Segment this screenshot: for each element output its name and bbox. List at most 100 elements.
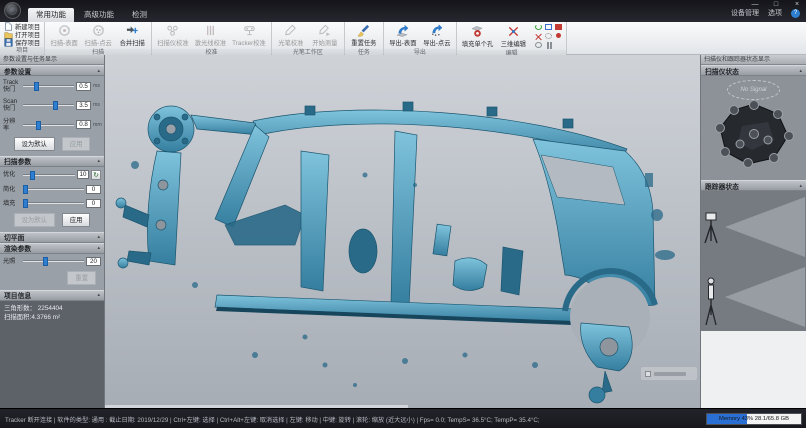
tracker-calibration-button[interactable]: Tracker校准 (230, 23, 268, 48)
options-menu[interactable]: 选项 (768, 9, 782, 18)
button-label: 三维编辑 (501, 39, 526, 48)
section-header-tracker-status[interactable]: 跟踪器状态 ▴ (701, 180, 806, 191)
close-icon[interactable]: × (792, 0, 802, 9)
export-pointcloud-button[interactable]: 导出-点云 (421, 23, 453, 48)
status-text: Tracker 断开连接 | 软件的类型: 通用 : 截止日期: 2019/12… (5, 415, 540, 424)
optimize-row: 优化 10 ↻ (0, 167, 104, 182)
overlay-checkbox[interactable] (645, 371, 651, 377)
save-project-button[interactable]: 保存项目 (3, 39, 41, 46)
section-header-parameters[interactable]: 参数设置 ▴ (0, 65, 104, 76)
scanner-calibration-button[interactable]: 扫描仪校准 (155, 23, 190, 48)
slider-handle[interactable] (53, 101, 58, 110)
help-icon[interactable]: ? (791, 9, 800, 18)
ribbon-group-calibration: 扫描仪校准 激光线校准 Tracker校准 校准 (152, 22, 272, 54)
button-label: 导出-表面 (389, 38, 416, 47)
laser-line-calibration-button[interactable]: 激光线校准 (193, 23, 228, 48)
viewport-3d[interactable] (105, 55, 700, 408)
slider-handle[interactable] (36, 121, 41, 130)
circle-select-icon[interactable] (534, 41, 543, 49)
section-header-scanner-status[interactable]: 扫描仪状态 ▴ (701, 65, 806, 76)
scan-shutter-label: Scan快门 (3, 98, 21, 112)
scan-pointcloud-button[interactable]: 扫描-点云 (82, 23, 114, 48)
set-default-button[interactable]: 设为默认 (14, 213, 55, 227)
ribbon-group-project: 新建项目 打开项目 保存项目 项目 (0, 22, 45, 54)
collapse-icon: ▴ (97, 158, 100, 164)
button-label: 扫描-点云 (85, 38, 112, 47)
start-measure-button[interactable]: 开始测量 (309, 23, 341, 48)
scanner-calibration-icon (166, 24, 179, 37)
resolution-row: 分辨率 0.8 mm (0, 115, 104, 134)
track-shutter-slider[interactable] (23, 85, 74, 87)
simplify-value[interactable]: 0 (86, 185, 101, 194)
minimize-icon[interactable]: — (750, 0, 760, 9)
track-shutter-value[interactable]: 0.5 (76, 82, 91, 91)
lighting-value[interactable]: 20 (86, 257, 101, 266)
car-body-scan-mesh (105, 55, 700, 408)
slider-handle[interactable] (23, 199, 28, 208)
section-header-render-params[interactable]: 渲染参数 ▴ (0, 243, 104, 254)
button-label: 激光线校准 (195, 38, 226, 47)
edit-3d-button[interactable]: 三维编辑 (497, 24, 529, 49)
button-label: 导出-点云 (423, 38, 450, 47)
slider-handle[interactable] (23, 185, 28, 194)
tab-common-functions[interactable]: 常用功能 (28, 8, 74, 22)
fill-single-hole-button[interactable]: 填充单个孔 (460, 24, 495, 49)
scan-shutter-value[interactable]: 3.5 (76, 101, 91, 110)
fill-slider[interactable] (23, 202, 84, 204)
refresh-selection-icon[interactable] (534, 23, 543, 31)
status-panel: 扫描仪和跟踪器状态显示 扫描仪状态 ▴ No Signal 跟踪器状态 ▴ (700, 55, 806, 408)
export-surface-button[interactable]: 导出-表面 (387, 23, 419, 48)
optimize-value[interactable]: 10 (77, 170, 89, 179)
maximize-icon[interactable]: □ (771, 0, 781, 9)
new-project-button[interactable]: 新建项目 (3, 23, 41, 30)
optimize-slider[interactable] (23, 174, 75, 176)
open-project-button[interactable]: 打开项目 (3, 31, 41, 38)
triangle-count-line: 三角形数： 2254404 (4, 304, 100, 314)
simplify-row: 简化 0 (0, 182, 104, 196)
section-title: 参数设置 (4, 66, 31, 76)
delete-selection-icon[interactable] (554, 23, 563, 31)
resolution-unit: mm (93, 122, 101, 128)
probe-calibration-button[interactable]: 光笔校准 (275, 23, 307, 48)
slider-handle[interactable] (30, 171, 35, 180)
save-icon (4, 38, 13, 47)
slider-handle[interactable] (34, 82, 39, 91)
scan-surface-button[interactable]: 扫描-表面 (48, 23, 80, 48)
app-window: — □ × 常用功能 高级功能 检测 设备管理 选项 ? 新建项目 打开 (0, 0, 806, 428)
tab-inspection[interactable]: 检测 (124, 8, 155, 22)
button-label: 开始测量 (312, 38, 337, 47)
reset-button[interactable]: 重置 (67, 271, 96, 285)
rectangle-select-icon[interactable] (544, 23, 553, 31)
apply-button[interactable]: 应用 (62, 213, 91, 227)
scan-surface-icon (58, 24, 71, 37)
resolution-slider[interactable] (23, 124, 74, 126)
section-header-project-info[interactable]: 项目信息 ▴ (0, 290, 104, 301)
set-default-button[interactable]: 设为默认 (14, 137, 55, 151)
app-logo[interactable] (4, 2, 21, 19)
reset-task-button[interactable]: 重置任务 (348, 23, 380, 48)
device-management-menu[interactable]: 设备管理 (731, 9, 759, 18)
slider-handle[interactable] (43, 257, 48, 266)
section-header-clip-plane[interactable]: 切平面 ▴ (0, 232, 104, 243)
scanner-device-image (712, 100, 796, 168)
refresh-optimize-button[interactable]: ↻ (91, 170, 101, 180)
ribbon: 新建项目 打开项目 保存项目 项目 扫描-表面 (0, 22, 806, 55)
probe-pen-icon (284, 24, 297, 37)
point-select-icon[interactable] (554, 32, 563, 40)
button-label: 扫描仪校准 (157, 38, 188, 47)
merge-scan-button[interactable]: 合并扫描 (116, 23, 148, 48)
lasso-select-icon[interactable] (544, 41, 553, 49)
lighting-slider[interactable] (23, 260, 84, 262)
start-measure-icon (318, 24, 331, 37)
apply-button[interactable]: 应用 (62, 137, 91, 151)
tab-advanced-functions[interactable]: 高级功能 (76, 8, 122, 22)
selection-settings-icon[interactable] (544, 32, 553, 40)
merge-scan-icon (126, 24, 139, 37)
scan-shutter-slider[interactable] (23, 104, 74, 106)
cancel-selection-icon[interactable] (534, 32, 543, 40)
resolution-value[interactable]: 0.8 (76, 120, 91, 129)
fill-value[interactable]: 0 (86, 199, 101, 208)
section-header-scan-params[interactable]: 扫描参数 ▴ (0, 156, 104, 167)
section-title: 扫描参数 (4, 156, 31, 166)
simplify-slider[interactable] (23, 188, 84, 190)
